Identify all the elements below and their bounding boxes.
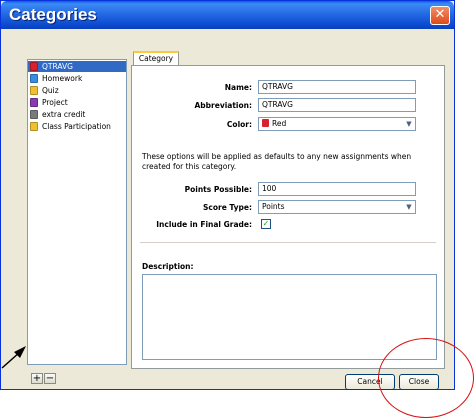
- divider: [140, 242, 436, 243]
- list-item[interactable]: Class Participation: [28, 121, 126, 132]
- include-final-grade-label: Include in Final Grade:: [156, 220, 252, 229]
- name-field[interactable]: QTRAVG: [258, 80, 416, 94]
- chevron-down-icon[interactable]: ▼: [404, 202, 414, 212]
- score-type-select[interactable]: Points ▼: [258, 200, 416, 214]
- window-title: Categories: [9, 5, 97, 24]
- list-item[interactable]: Quiz: [28, 85, 126, 96]
- yellow-category-icon: [30, 86, 38, 95]
- list-item-label: QTRAVG: [42, 62, 73, 71]
- color-label: Color:: [226, 120, 252, 129]
- description-field[interactable]: [142, 274, 437, 360]
- red-category-icon: [30, 62, 38, 71]
- list-item-label: Project: [42, 98, 68, 107]
- chevron-down-icon[interactable]: ▼: [404, 119, 414, 129]
- title-bar[interactable]: Categories ✕: [1, 1, 454, 29]
- defaults-hint: These options will be applied as default…: [142, 152, 412, 171]
- points-possible-label: Points Possible:: [184, 185, 252, 194]
- categories-dialog: Categories ✕ QTRAVG Homework Quiz Projec…: [0, 0, 455, 390]
- abbreviation-label: Abbreviation:: [194, 101, 253, 110]
- list-item[interactable]: QTRAVG: [28, 61, 126, 72]
- list-item[interactable]: Homework: [28, 73, 126, 84]
- tab-category[interactable]: Category: [133, 51, 179, 65]
- close-icon[interactable]: ✕: [430, 6, 450, 25]
- category-list[interactable]: QTRAVG Homework Quiz Project extra credi…: [27, 59, 127, 365]
- list-item[interactable]: Project: [28, 97, 126, 108]
- remove-category-button[interactable]: −: [44, 373, 56, 384]
- yellow-category-icon: [30, 122, 38, 131]
- list-item-label: extra credit: [42, 110, 86, 119]
- name-label: Name:: [224, 83, 252, 92]
- blue-category-icon: [30, 74, 38, 83]
- red-swatch-icon: [262, 119, 269, 127]
- list-item-label: Quiz: [42, 86, 59, 95]
- points-possible-field[interactable]: 100: [258, 182, 416, 196]
- color-value: Red: [272, 119, 287, 128]
- list-item-label: Homework: [42, 74, 83, 83]
- abbreviation-field[interactable]: QTRAVG: [258, 98, 416, 112]
- annotation-arrow-icon: [1, 346, 26, 369]
- color-select[interactable]: Red ▼: [258, 117, 416, 131]
- category-panel: Name: QTRAVG Abbreviation: QTRAVG Color:…: [131, 65, 445, 369]
- description-label: Description:: [142, 262, 194, 271]
- list-actions: + −: [31, 373, 57, 384]
- purple-category-icon: [30, 98, 38, 107]
- gray-category-icon: [30, 110, 38, 119]
- add-category-button[interactable]: +: [31, 373, 43, 384]
- list-item-label: Class Participation: [42, 122, 111, 131]
- score-type-value: Points: [262, 202, 285, 211]
- list-item[interactable]: extra credit: [28, 109, 126, 120]
- score-type-label: Score Type:: [203, 203, 252, 212]
- include-final-grade-checkbox[interactable]: ✓: [261, 219, 271, 229]
- annotation-circle: [378, 338, 474, 418]
